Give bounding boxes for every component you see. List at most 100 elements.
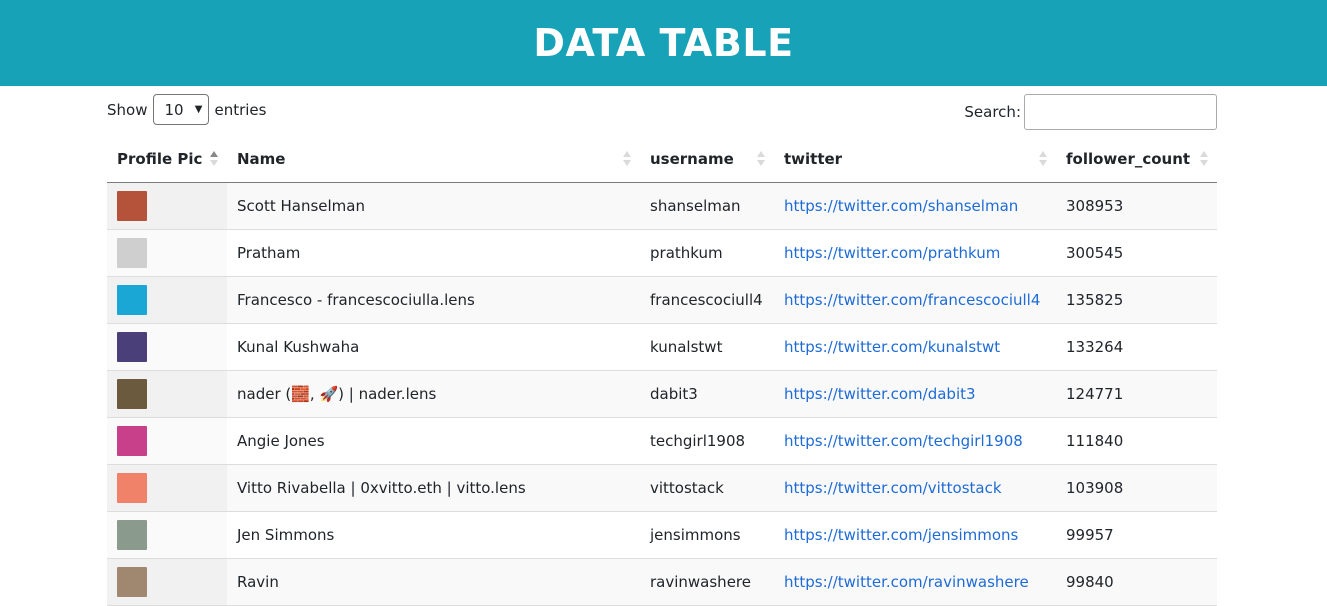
name-cell: Vitto Rivabella | 0xvitto.eth | vitto.le… xyxy=(227,464,640,511)
username-text: dabit3 xyxy=(650,384,698,403)
avatar xyxy=(117,237,147,268)
avatar xyxy=(117,566,147,597)
follower-count-cell: 300545 xyxy=(1056,229,1217,276)
twitter-link[interactable]: https://twitter.com/shanselman xyxy=(784,197,1018,215)
username-cell: kunalstwt xyxy=(640,323,774,370)
sort-icon xyxy=(1199,151,1209,167)
avatar xyxy=(117,331,147,362)
follower-count-text: 111840 xyxy=(1066,431,1124,450)
profile-pic-cell xyxy=(107,182,227,229)
table-row: Vitto Rivabella | 0xvitto.eth | vitto.le… xyxy=(107,464,1217,511)
username-text: jensimmons xyxy=(650,525,741,544)
name-cell: Angie Jones xyxy=(227,417,640,464)
follower-count-cell: 124771 xyxy=(1056,370,1217,417)
table-wrapper: Show 10 ▼ entries Search: Profile Pic Na… xyxy=(107,86,1217,606)
column-header-twitter[interactable]: twitter xyxy=(774,136,1056,183)
follower-count-cell: 99957 xyxy=(1056,511,1217,558)
name-cell: Scott Hanselman xyxy=(227,182,640,229)
name-cell: Kunal Kushwaha xyxy=(227,323,640,370)
profile-pic-cell xyxy=(107,511,227,558)
follower-count-cell: 111840 xyxy=(1056,417,1217,464)
username-cell: prathkum xyxy=(640,229,774,276)
username-text: prathkum xyxy=(650,243,723,262)
username-cell: techgirl1908 xyxy=(640,417,774,464)
username-text: vittostack xyxy=(650,478,724,497)
sort-icon xyxy=(756,151,766,167)
twitter-cell: https://twitter.com/dabit3 xyxy=(774,370,1056,417)
twitter-link[interactable]: https://twitter.com/francescociull4 xyxy=(784,291,1040,309)
username-text: techgirl1908 xyxy=(650,431,746,450)
column-header-username[interactable]: username xyxy=(640,136,774,183)
twitter-link[interactable]: https://twitter.com/dabit3 xyxy=(784,385,976,403)
name-text: Vitto Rivabella | 0xvitto.eth | vitto.le… xyxy=(237,478,526,497)
twitter-cell: https://twitter.com/vittostack xyxy=(774,464,1056,511)
twitter-link[interactable]: https://twitter.com/vittostack xyxy=(784,479,1002,497)
username-cell: francescociull4 xyxy=(640,276,774,323)
page-size-value: 10 xyxy=(164,100,184,119)
follower-count-text: 99840 xyxy=(1066,572,1114,591)
search-control: Search: xyxy=(964,94,1217,130)
sort-icon xyxy=(1038,151,1048,167)
name-cell: Ravin xyxy=(227,558,640,605)
avatar xyxy=(117,472,147,503)
follower-count-cell: 99840 xyxy=(1056,558,1217,605)
follower-count-text: 300545 xyxy=(1066,243,1124,262)
entries-label: entries xyxy=(214,100,267,119)
twitter-link[interactable]: https://twitter.com/ravinwashere xyxy=(784,573,1029,591)
search-label: Search: xyxy=(964,103,1021,121)
search-input[interactable] xyxy=(1024,94,1217,130)
username-cell: vittostack xyxy=(640,464,774,511)
follower-count-text: 103908 xyxy=(1066,478,1124,497)
follower-count-text: 99957 xyxy=(1066,525,1114,544)
table-body: Scott Hanselman shanselman https://twitter… xyxy=(107,182,1217,605)
column-header-follower-count[interactable]: follower_count xyxy=(1056,136,1217,183)
follower-count-cell: 103908 xyxy=(1056,464,1217,511)
follower-count-cell: 135825 xyxy=(1056,276,1217,323)
follower-count-cell: 308953 xyxy=(1056,182,1217,229)
avatar xyxy=(117,284,147,315)
name-text: Pratham xyxy=(237,243,301,262)
twitter-link[interactable]: https://twitter.com/jensimmons xyxy=(784,526,1018,544)
twitter-link[interactable]: https://twitter.com/techgirl1908 xyxy=(784,432,1023,450)
follower-count-text: 124771 xyxy=(1066,384,1124,403)
sort-asc-icon xyxy=(209,151,219,167)
username-cell: ravinwashere xyxy=(640,558,774,605)
twitter-link[interactable]: https://twitter.com/kunalstwt xyxy=(784,338,1000,356)
follower-count-cell: 133264 xyxy=(1056,323,1217,370)
table-row: Jen Simmons jensimmons https://twitter.com… xyxy=(107,511,1217,558)
follower-count-text: 133264 xyxy=(1066,337,1124,356)
page-length-control: Show 10 ▼ entries xyxy=(107,94,266,125)
twitter-link[interactable]: https://twitter.com/prathkum xyxy=(784,244,1000,262)
table-row: Pratham prathkum https://twitter.com/prath… xyxy=(107,229,1217,276)
profile-pic-cell xyxy=(107,276,227,323)
name-text: Angie Jones xyxy=(237,431,325,450)
username-text: shanselman xyxy=(650,196,741,215)
username-cell: dabit3 xyxy=(640,370,774,417)
table-row: Kunal Kushwaha kunalstwt https://twitter.c… xyxy=(107,323,1217,370)
avatar xyxy=(117,190,147,221)
twitter-cell: https://twitter.com/francescociull4 xyxy=(774,276,1056,323)
twitter-cell: https://twitter.com/techgirl1908 xyxy=(774,417,1056,464)
name-text: Kunal Kushwaha xyxy=(237,337,360,356)
profile-pic-cell xyxy=(107,417,227,464)
column-header-name[interactable]: Name xyxy=(227,136,640,183)
table-row: Angie Jones techgirl1908 https://twitter.c… xyxy=(107,417,1217,464)
name-cell: Pratham xyxy=(227,229,640,276)
avatar xyxy=(117,519,147,550)
header-banner: DATA TABLE xyxy=(0,0,1327,86)
column-header-profile-pic[interactable]: Profile Pic xyxy=(107,136,227,183)
profile-pic-cell xyxy=(107,370,227,417)
table-controls: Show 10 ▼ entries Search: xyxy=(107,86,1217,136)
twitter-cell: https://twitter.com/ravinwashere xyxy=(774,558,1056,605)
table-row: Francesco - francescociulla.lens francesc… xyxy=(107,276,1217,323)
avatar xyxy=(117,378,147,409)
profile-pic-cell xyxy=(107,323,227,370)
twitter-cell: https://twitter.com/jensimmons xyxy=(774,511,1056,558)
page-size-select[interactable]: 10 ▼ xyxy=(153,94,210,125)
name-text: Francesco - francescociulla.lens xyxy=(237,290,475,309)
username-text: ravinwashere xyxy=(650,572,751,591)
table-header-row: Profile Pic Name username twitter follow… xyxy=(107,136,1217,183)
sort-icon xyxy=(622,151,632,167)
table-row: nader (🧱, 🚀) | nader.lens dabit3 https://t… xyxy=(107,370,1217,417)
name-cell: Francesco - francescociulla.lens xyxy=(227,276,640,323)
